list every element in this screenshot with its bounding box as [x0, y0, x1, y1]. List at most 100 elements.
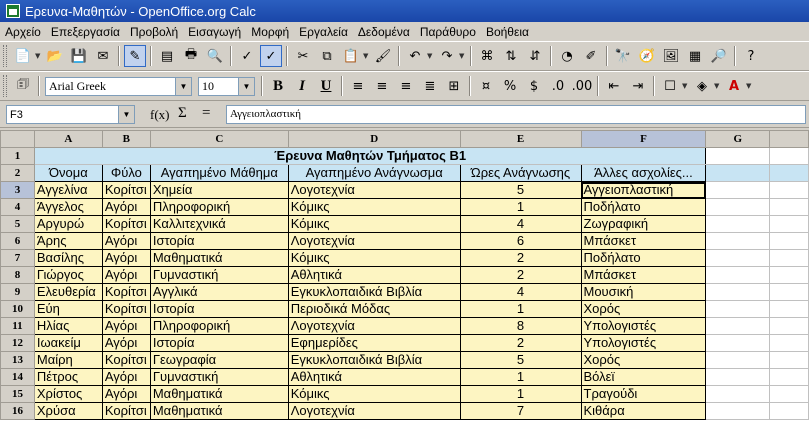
- cell[interactable]: Λογοτεχνία: [287, 232, 461, 250]
- toolbar-grip[interactable]: [3, 75, 7, 97]
- cell[interactable]: Υπολογιστές: [580, 317, 707, 335]
- delete-decimal-icon[interactable]: .00: [571, 75, 593, 97]
- cut-icon[interactable]: ✂: [292, 45, 314, 67]
- cell[interactable]: [705, 198, 771, 216]
- cell[interactable]: 1: [459, 385, 582, 403]
- menu-file[interactable]: Αρχείο: [0, 25, 46, 39]
- cell[interactable]: Βασίλης: [33, 249, 103, 267]
- row-header[interactable]: 5: [0, 215, 35, 233]
- print-icon[interactable]: 🖶: [180, 45, 202, 67]
- cell[interactable]: Κορίτσι: [101, 300, 151, 318]
- autospellcheck-icon[interactable]: ✓: [260, 45, 282, 67]
- column-header[interactable]: A: [33, 130, 103, 148]
- cell[interactable]: [705, 283, 771, 301]
- cell[interactable]: [769, 368, 809, 386]
- cell[interactable]: Βόλεϊ: [580, 368, 707, 386]
- cell[interactable]: 4: [459, 283, 582, 301]
- cell[interactable]: 2: [459, 334, 582, 352]
- edit-file-icon[interactable]: ✎: [124, 45, 146, 67]
- cell[interactable]: Αγόρι: [101, 385, 151, 403]
- cell[interactable]: Χρίστος: [33, 385, 103, 403]
- cell[interactable]: Αθλητικά: [287, 368, 461, 386]
- header-cell[interactable]: Όνομα: [33, 164, 103, 182]
- cell[interactable]: [769, 317, 809, 335]
- cell[interactable]: Γεωγραφία: [149, 351, 289, 369]
- cell[interactable]: [705, 300, 771, 318]
- cell[interactable]: 1: [459, 300, 582, 318]
- bold-icon[interactable]: B: [267, 75, 289, 97]
- cell[interactable]: [705, 402, 771, 420]
- cell[interactable]: Τραγούδι: [580, 385, 707, 403]
- sort-ascending-icon[interactable]: ⇅: [500, 45, 522, 67]
- row-header[interactable]: 10: [0, 300, 35, 318]
- row-header[interactable]: 1: [0, 147, 35, 165]
- cell[interactable]: Εγκυκλοπαιδικά Βιβλία: [287, 283, 461, 301]
- save-icon[interactable]: 💾: [68, 45, 90, 67]
- cell[interactable]: 2: [459, 249, 582, 267]
- cell[interactable]: Εύη: [33, 300, 103, 318]
- cell[interactable]: Εφημερίδες: [287, 334, 461, 352]
- cell[interactable]: Ιστορία: [149, 334, 289, 352]
- cell[interactable]: Κόμικς: [287, 249, 461, 267]
- header-cell[interactable]: Άλλες ασχολίες...: [580, 164, 707, 182]
- cell[interactable]: Πληροφορική: [149, 317, 289, 335]
- function-equals-icon[interactable]: =: [202, 105, 210, 122]
- cell[interactable]: [769, 385, 809, 403]
- sum-icon[interactable]: Σ: [178, 105, 187, 122]
- menu-view[interactable]: Προβολή: [125, 25, 183, 39]
- menu-tools[interactable]: Εργαλεία: [294, 25, 353, 39]
- chevron-down-icon[interactable]: ▼: [238, 77, 254, 95]
- cell[interactable]: Λογοτεχνία: [287, 402, 461, 420]
- font-color-icon[interactable]: A: [723, 75, 745, 97]
- cell[interactable]: [705, 232, 771, 250]
- cell[interactable]: Ποδήλατο: [580, 249, 707, 267]
- menu-edit[interactable]: Επεξεργασία: [46, 25, 125, 39]
- cell[interactable]: Αγόρι: [101, 334, 151, 352]
- column-header[interactable]: F: [580, 130, 707, 148]
- help-icon[interactable]: ?: [740, 45, 762, 67]
- undo-icon[interactable]: ↶: [404, 45, 426, 67]
- cell[interactable]: Κορίτσι: [101, 351, 151, 369]
- cell[interactable]: [769, 249, 809, 267]
- cell[interactable]: Πληροφορική: [149, 198, 289, 216]
- row-header[interactable]: 3: [0, 181, 35, 199]
- cell[interactable]: Μαθηματικά: [149, 385, 289, 403]
- cell[interactable]: Ιστορία: [149, 232, 289, 250]
- chevron-down-icon[interactable]: ▼: [459, 52, 467, 60]
- column-header[interactable]: G: [705, 130, 771, 148]
- cell[interactable]: Κόμικς: [287, 198, 461, 216]
- standard-format-icon[interactable]: $: [523, 75, 545, 97]
- cell[interactable]: [769, 266, 809, 284]
- cell[interactable]: Ηλίας: [33, 317, 103, 335]
- cell[interactable]: 1: [459, 198, 582, 216]
- cell[interactable]: Άρης: [33, 232, 103, 250]
- cell[interactable]: Κορίτσι: [101, 402, 151, 420]
- align-center-icon[interactable]: ≡: [371, 75, 393, 97]
- chevron-down-icon[interactable]: ▼: [175, 77, 191, 95]
- decrease-indent-icon[interactable]: ⇤: [603, 75, 625, 97]
- email-icon[interactable]: ✉: [92, 45, 114, 67]
- chevron-down-icon[interactable]: ▼: [746, 82, 754, 90]
- menu-format[interactable]: Μορφή: [246, 25, 294, 39]
- cell[interactable]: 5: [459, 351, 582, 369]
- data-sources-icon[interactable]: ▦: [684, 45, 706, 67]
- cell[interactable]: [769, 402, 809, 420]
- cell[interactable]: Γιώργος: [33, 266, 103, 284]
- menu-help[interactable]: Βοήθεια: [481, 25, 534, 39]
- cell[interactable]: [769, 300, 809, 318]
- cell[interactable]: Γυμναστική: [149, 368, 289, 386]
- cell[interactable]: Μουσική: [580, 283, 707, 301]
- cell[interactable]: Κόμικς: [287, 215, 461, 233]
- new-document-icon[interactable]: 📄: [12, 45, 34, 67]
- cell[interactable]: 2: [459, 266, 582, 284]
- cell[interactable]: Κόμικς: [287, 385, 461, 403]
- menu-data[interactable]: Δεδομένα: [353, 25, 415, 39]
- chevron-down-icon[interactable]: ▼: [714, 82, 722, 90]
- underline-icon[interactable]: U: [315, 75, 337, 97]
- cell[interactable]: [705, 368, 771, 386]
- page-preview-icon[interactable]: 🔍: [204, 45, 226, 67]
- cell[interactable]: Ιστορία: [149, 300, 289, 318]
- chart-icon[interactable]: ◔: [556, 45, 578, 67]
- copy-icon[interactable]: ⧉: [316, 45, 338, 67]
- paste-icon[interactable]: 📋: [340, 45, 362, 67]
